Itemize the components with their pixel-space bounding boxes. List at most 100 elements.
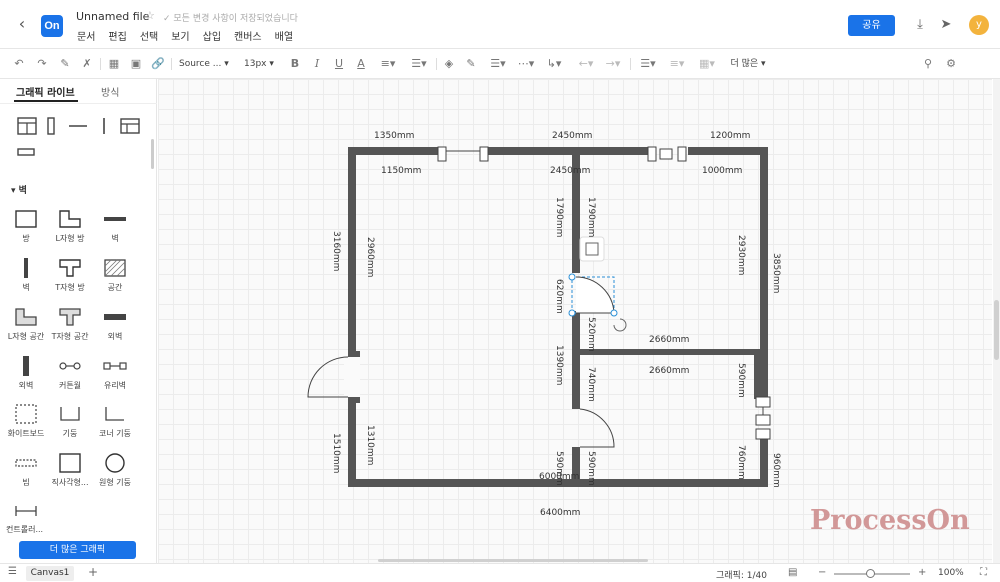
find-icon[interactable]: ⚲ xyxy=(921,56,935,72)
controller-shape-icon[interactable] xyxy=(13,500,39,522)
menu-edit[interactable]: 편집 xyxy=(108,28,126,43)
align-icon[interactable]: ☰▾ xyxy=(408,56,430,72)
line-height-icon[interactable]: ≡▾ xyxy=(377,56,399,72)
fill-color-icon[interactable]: ◈ xyxy=(442,56,456,72)
window-top-left-b[interactable] xyxy=(479,146,489,162)
window-right-a[interactable] xyxy=(755,396,771,408)
round-column-shape-icon[interactable] xyxy=(102,452,128,474)
wall-top-middle[interactable] xyxy=(488,147,648,155)
font-size-select[interactable]: 13px ▾ xyxy=(244,56,280,72)
link-icon[interactable]: 🔗 xyxy=(151,56,165,72)
panel-scrollbar[interactable] xyxy=(151,139,154,169)
vertical-exterior-wall-shape-icon[interactable] xyxy=(13,355,39,377)
t-room-shape-icon[interactable] xyxy=(57,257,83,279)
arrow-end-icon[interactable]: →▾ xyxy=(602,56,624,72)
menu-insert[interactable]: 삽입 xyxy=(203,28,221,43)
window-right-b[interactable] xyxy=(755,414,771,426)
menu-document[interactable]: 문서 xyxy=(77,28,95,43)
line-style-icon[interactable]: ⋯▾ xyxy=(515,56,537,72)
sliding-door-shape-icon[interactable] xyxy=(14,141,40,163)
undo-icon[interactable]: ↶ xyxy=(12,56,26,72)
zoom-out-icon[interactable]: − xyxy=(818,567,826,578)
share-button[interactable]: 공유 xyxy=(848,15,895,36)
menu-view[interactable]: 보기 xyxy=(171,28,189,43)
corner-column-shape-icon[interactable] xyxy=(102,403,128,425)
rotate-icon[interactable] xyxy=(613,318,627,332)
l-space-shape-icon[interactable] xyxy=(13,306,39,328)
room-shape-icon[interactable] xyxy=(13,208,39,230)
canvas-tab[interactable]: Canvas1 xyxy=(26,566,74,581)
section-title-wall[interactable]: ▾ 벽 xyxy=(11,183,27,196)
line-width-icon[interactable]: ☰▾ xyxy=(487,56,509,72)
space-shape-icon[interactable] xyxy=(102,257,128,279)
underline-button[interactable]: U xyxy=(333,56,345,72)
avatar[interactable]: y xyxy=(969,15,989,35)
window-shape-icon[interactable] xyxy=(117,115,143,137)
zoom-slider-knob[interactable] xyxy=(866,569,875,578)
send-icon[interactable]: ➤ xyxy=(938,17,954,33)
column-shape-icon[interactable] xyxy=(57,403,83,425)
app-logo[interactable]: On xyxy=(41,15,63,37)
font-family-select[interactable]: Source ... ▾ xyxy=(179,56,233,72)
distribute-icon[interactable]: ≡▾ xyxy=(666,56,688,72)
file-name[interactable]: Unnamed file xyxy=(76,10,149,23)
menu-select[interactable]: 선택 xyxy=(140,28,158,43)
window-top-right-c[interactable] xyxy=(659,148,673,160)
back-arrow-icon[interactable]: ‹ xyxy=(12,14,32,34)
format-painter-icon[interactable]: ✎ xyxy=(58,56,72,72)
vertical-wall-shape-icon[interactable] xyxy=(13,257,39,279)
group-icon[interactable]: ▦▾ xyxy=(696,56,718,72)
bold-button[interactable]: B xyxy=(289,56,301,72)
image-icon[interactable]: ▣ xyxy=(129,56,143,72)
map-icon[interactable]: ▤ xyxy=(788,567,797,578)
connector-icon[interactable]: ↳▾ xyxy=(543,56,565,72)
wall-interior-horizontal[interactable] xyxy=(580,349,760,355)
menu-arrange[interactable]: 배열 xyxy=(275,28,293,43)
menu-canvas[interactable]: 캔버스 xyxy=(234,28,262,43)
beam-shape-icon[interactable] xyxy=(13,452,39,474)
whiteboard-shape-icon[interactable] xyxy=(13,403,39,425)
exterior-wall-shape-icon[interactable] xyxy=(102,306,128,328)
add-canvas-button[interactable]: + xyxy=(88,565,98,579)
table-icon[interactable]: ▦ xyxy=(107,56,121,72)
wall-top-right[interactable] xyxy=(688,147,768,155)
zoom-in-icon[interactable]: + xyxy=(918,567,926,578)
resize-handle[interactable] xyxy=(610,309,618,317)
wall-left[interactable] xyxy=(348,147,356,487)
glass-wall-shape-icon[interactable] xyxy=(102,355,128,377)
zoom-level[interactable]: 100% xyxy=(938,568,964,578)
wall-right-step[interactable] xyxy=(754,351,762,399)
door-swing-lower[interactable] xyxy=(579,408,615,448)
redo-icon[interactable]: ↷ xyxy=(35,56,49,72)
settings-icon[interactable]: ⚙ xyxy=(944,56,958,72)
drawing-canvas[interactable]: 1350mm 2450mm 1200mm 1150mm 2450mm 1000m… xyxy=(158,79,992,563)
wall-top-left[interactable] xyxy=(348,147,438,155)
more-options-button[interactable]: 더 많은 ▾ xyxy=(727,56,769,72)
text-color-button[interactable]: A xyxy=(355,56,367,72)
layers-icon[interactable]: ☰ xyxy=(8,566,17,577)
narrow-door-shape-icon[interactable] xyxy=(39,115,65,137)
curtain-wall-shape-icon[interactable] xyxy=(57,355,83,377)
door-swing-left[interactable] xyxy=(307,356,349,398)
t-space-shape-icon[interactable] xyxy=(57,306,83,328)
window-top-right-a[interactable] xyxy=(647,146,657,162)
wall-shape-icon[interactable] xyxy=(102,208,128,230)
star-icon[interactable]: ☆ xyxy=(145,9,155,22)
door-swing-selected[interactable] xyxy=(575,276,615,314)
wall-interior-middle[interactable] xyxy=(572,311,580,409)
fullscreen-icon[interactable]: ⛶ xyxy=(980,567,987,578)
window-right-c[interactable] xyxy=(755,428,771,440)
window-top-left-a[interactable] xyxy=(437,146,447,162)
rectangle-column-shape-icon[interactable] xyxy=(57,452,83,474)
arrow-start-icon[interactable]: ←▾ xyxy=(575,56,597,72)
layer-icon[interactable]: ☰▾ xyxy=(637,56,659,72)
tab-style[interactable]: 방식 xyxy=(101,84,119,99)
italic-button[interactable]: I xyxy=(311,56,323,72)
download-icon[interactable]: ⤓ xyxy=(912,17,928,33)
l-room-shape-icon[interactable] xyxy=(57,208,83,230)
door-frame-shape-icon[interactable] xyxy=(14,115,40,137)
canvas-horizontal-scroll-thumb[interactable] xyxy=(378,559,648,562)
horizontal-line-shape-icon[interactable] xyxy=(65,115,91,137)
line-color-icon[interactable]: ✎ xyxy=(464,56,478,72)
vertical-line-shape-icon[interactable] xyxy=(91,115,117,137)
